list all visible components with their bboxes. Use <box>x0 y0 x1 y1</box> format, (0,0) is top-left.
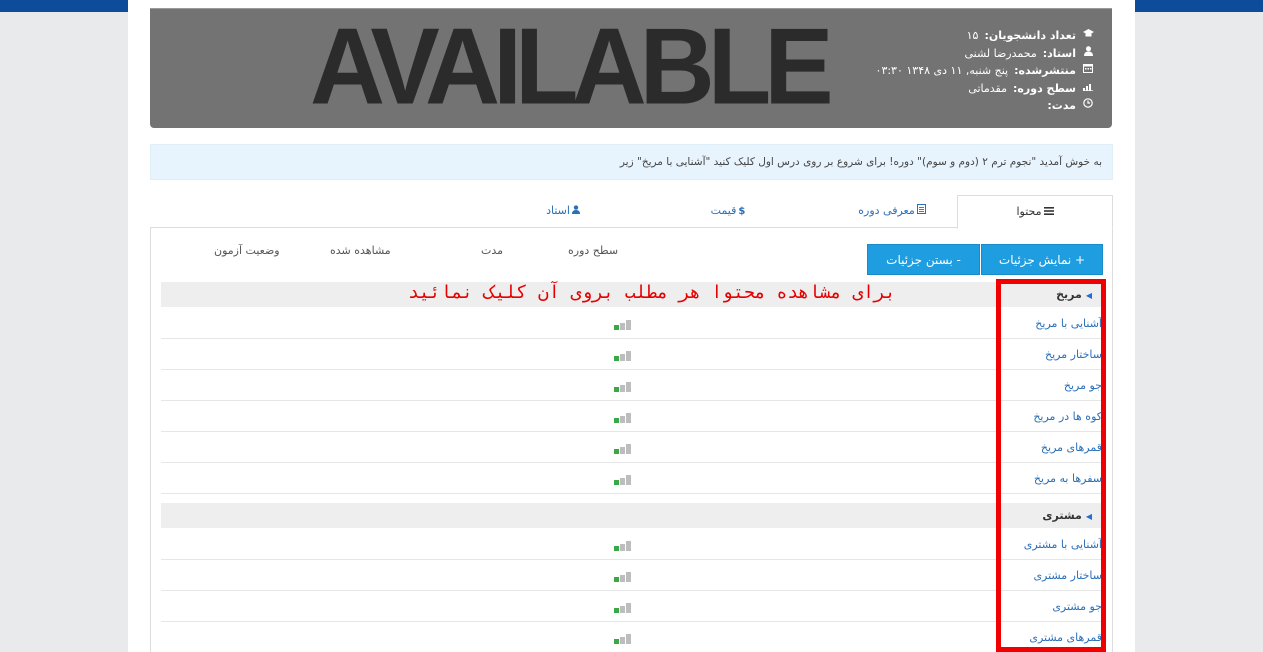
lesson-row: سفرها به مریخ <box>161 463 1102 494</box>
tab-teacher[interactable]: استاد <box>508 195 618 228</box>
level-label: سطح دوره: <box>1013 81 1076 95</box>
lesson-row: کوه ها در مریخ <box>161 401 1102 432</box>
column-course-level: سطح دوره <box>568 244 619 257</box>
teacher-label: استاد: <box>1042 46 1076 60</box>
level-bars-icon <box>614 603 632 613</box>
level-bars-icon <box>614 382 632 392</box>
level-bars-icon <box>1082 80 1094 98</box>
students-label: تعداد دانشجویان: <box>984 29 1076 42</box>
welcome-message: به خوش آمدید "نجوم ترم ۲ (دوم و سوم)" دو… <box>150 144 1113 180</box>
lesson-row: آشنایی با مریخ <box>161 308 1102 339</box>
course-info: تعداد دانشجویان: ۱۵ استاد: محمدرضا لشنی … <box>876 27 1094 115</box>
teacher-value: محمدرضا لشنی <box>964 46 1037 60</box>
level-bars-icon <box>614 634 632 644</box>
published-row: منتشرشده: پنج شنبه, ۱۱ دی ۱۳۴۸ ۰۳:۳۰ <box>876 62 1094 80</box>
column-quiz-status: وضعیت آزمون <box>214 244 280 257</box>
dollar-icon: $ <box>738 206 746 217</box>
calendar-icon <box>1082 62 1094 80</box>
graduation-cap-icon <box>1082 27 1094 45</box>
level-value: مقدماتی <box>968 81 1007 95</box>
clock-icon <box>1082 97 1094 115</box>
tab-teacher-label: استاد <box>546 204 570 217</box>
level-bars-icon <box>614 572 632 582</box>
user-icon <box>1082 45 1094 63</box>
published-label: منتشرشده: <box>1014 64 1076 78</box>
lesson-row: جو مشتری <box>161 591 1102 622</box>
students-count-row: تعداد دانشجویان: ۱۵ <box>876 27 1094 45</box>
tab-content-label: محتوا <box>1016 205 1042 218</box>
level-bars-icon <box>614 541 632 551</box>
students-value: ۱۵ <box>966 29 979 42</box>
level-bars-icon <box>614 475 632 485</box>
column-duration: مدت <box>481 244 504 257</box>
annotation-highlight-box <box>996 279 1106 652</box>
level-row: سطح دوره: مقدماتی <box>876 80 1094 98</box>
lesson-row: قمرهای مشتری <box>161 622 1102 652</box>
lesson-row: آشنایی با مشتری <box>161 529 1102 560</box>
lesson-row: قمرهای مریخ <box>161 432 1102 463</box>
list-icon <box>1043 197 1054 229</box>
show-details-button[interactable]: + نمایش جزئیات <box>981 244 1103 275</box>
course-tabs: محتوا معرفی دوره $قیمت استاد <box>150 195 1113 229</box>
column-viewed: مشاهده شده <box>330 244 391 257</box>
tab-content[interactable]: محتوا <box>957 195 1113 229</box>
level-bars-icon <box>614 444 632 454</box>
level-bars-icon <box>614 351 632 361</box>
published-value: پنج شنبه, ۱۱ دی ۱۳۴۸ ۰۳:۳۰ <box>875 64 1009 78</box>
hide-details-button[interactable]: - بستن جزئیات <box>867 244 980 275</box>
tab-price-label: قیمت <box>710 204 737 217</box>
document-icon <box>916 196 926 228</box>
level-bars-icon <box>614 320 632 330</box>
tab-price[interactable]: $قیمت <box>673 195 783 228</box>
lesson-row: ساختار مشتری <box>161 560 1102 591</box>
section-header-jupiter[interactable]: ◀مشتری <box>161 503 1102 528</box>
top-bar-right <box>1135 0 1263 12</box>
level-bars-icon <box>614 413 632 423</box>
top-bar-left <box>0 0 128 12</box>
user-icon <box>571 196 580 228</box>
tab-course-intro-label: معرفی دوره <box>858 204 915 217</box>
teacher-row: استاد: محمدرضا لشنی <box>876 45 1094 63</box>
course-page: AVAILABLE تعداد دانشجویان: ۱۵ استاد: محم… <box>128 0 1135 652</box>
duration-row: مدت: <box>876 97 1094 115</box>
lesson-row: جو مریخ <box>161 370 1102 401</box>
banner-image-text: AVAILABLE <box>310 8 834 128</box>
duration-label: مدت: <box>1047 99 1076 113</box>
lesson-row: ساختار مریخ <box>161 339 1102 370</box>
annotation-text: برای مشاهده محتوا هر مطلب بروی آن کلیک ن… <box>408 282 896 303</box>
tab-course-intro[interactable]: معرفی دوره <box>827 195 957 228</box>
course-banner: AVAILABLE تعداد دانشجویان: ۱۵ استاد: محم… <box>150 8 1112 128</box>
